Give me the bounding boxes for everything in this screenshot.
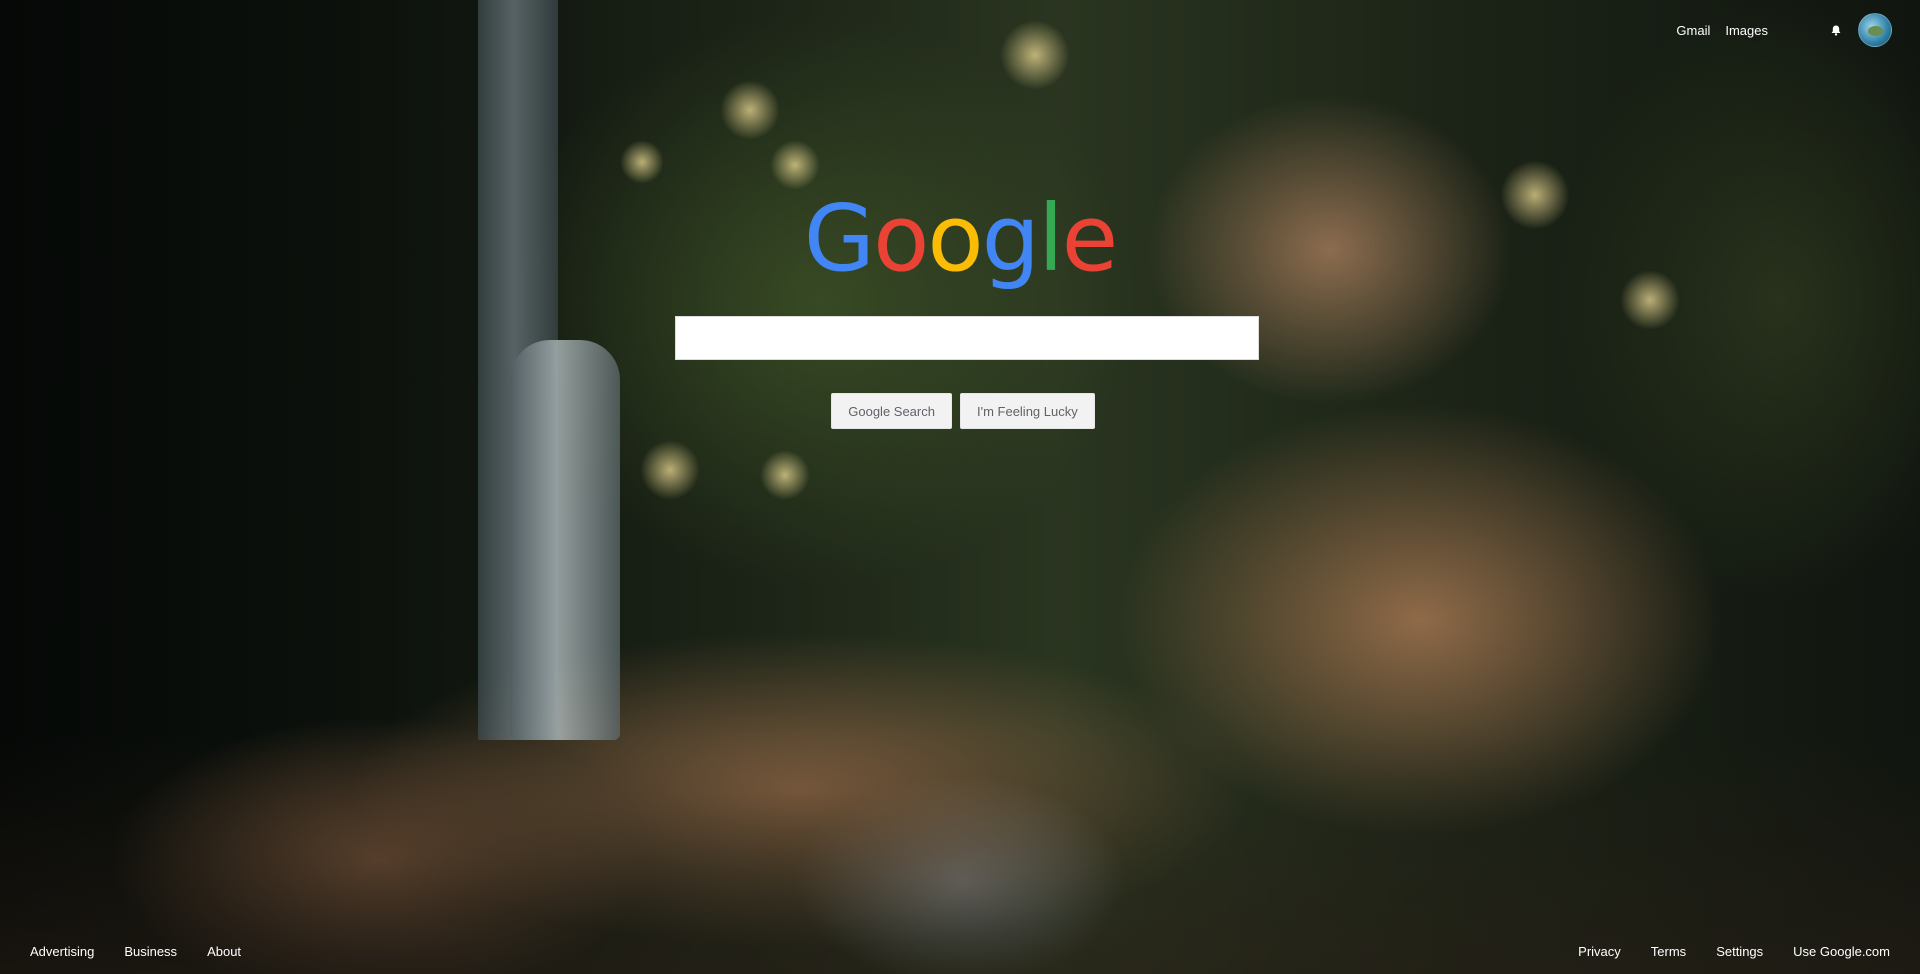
background-bokeh	[720, 80, 780, 140]
background-bokeh	[620, 140, 664, 184]
bell-icon[interactable]	[1828, 22, 1844, 38]
avatar[interactable]	[1858, 13, 1892, 47]
logo-letter: e	[1061, 185, 1119, 292]
gmail-link[interactable]: Gmail	[1676, 23, 1710, 38]
footer-left: Advertising Business About	[0, 944, 271, 959]
footer: Advertising Business About Privacy Terms…	[0, 928, 1920, 974]
background-bokeh	[640, 440, 700, 500]
images-link[interactable]: Images	[1725, 23, 1768, 38]
logo-letter: G	[803, 185, 875, 292]
about-link[interactable]: About	[207, 944, 241, 959]
logo-letter: l	[1038, 185, 1064, 292]
privacy-link[interactable]: Privacy	[1578, 944, 1621, 959]
google-logo: Google	[0, 184, 1920, 294]
settings-link[interactable]: Settings	[1716, 944, 1763, 959]
logo-letter: g	[981, 185, 1040, 292]
feeling-lucky-button[interactable]: I'm Feeling Lucky	[959, 393, 1095, 429]
background-bokeh	[1000, 20, 1070, 90]
terms-link[interactable]: Terms	[1651, 944, 1686, 959]
search-buttons: Google Search I'm Feeling Lucky	[0, 393, 1920, 429]
background-bokeh	[760, 450, 810, 500]
background-photo	[0, 0, 1920, 974]
advertising-link[interactable]: Advertising	[30, 944, 94, 959]
top-bar: Gmail Images	[1661, 0, 1920, 60]
search-box	[675, 316, 1259, 360]
logo-letter: o	[873, 185, 929, 292]
background-bokeh	[770, 140, 820, 190]
use-google-com-link[interactable]: Use Google.com	[1793, 944, 1890, 959]
google-search-button[interactable]: Google Search	[831, 393, 952, 429]
business-link[interactable]: Business	[124, 944, 177, 959]
search-input[interactable]	[676, 317, 1258, 359]
logo-letter: o	[927, 185, 983, 292]
footer-right: Privacy Terms Settings Use Google.com	[1548, 944, 1920, 959]
